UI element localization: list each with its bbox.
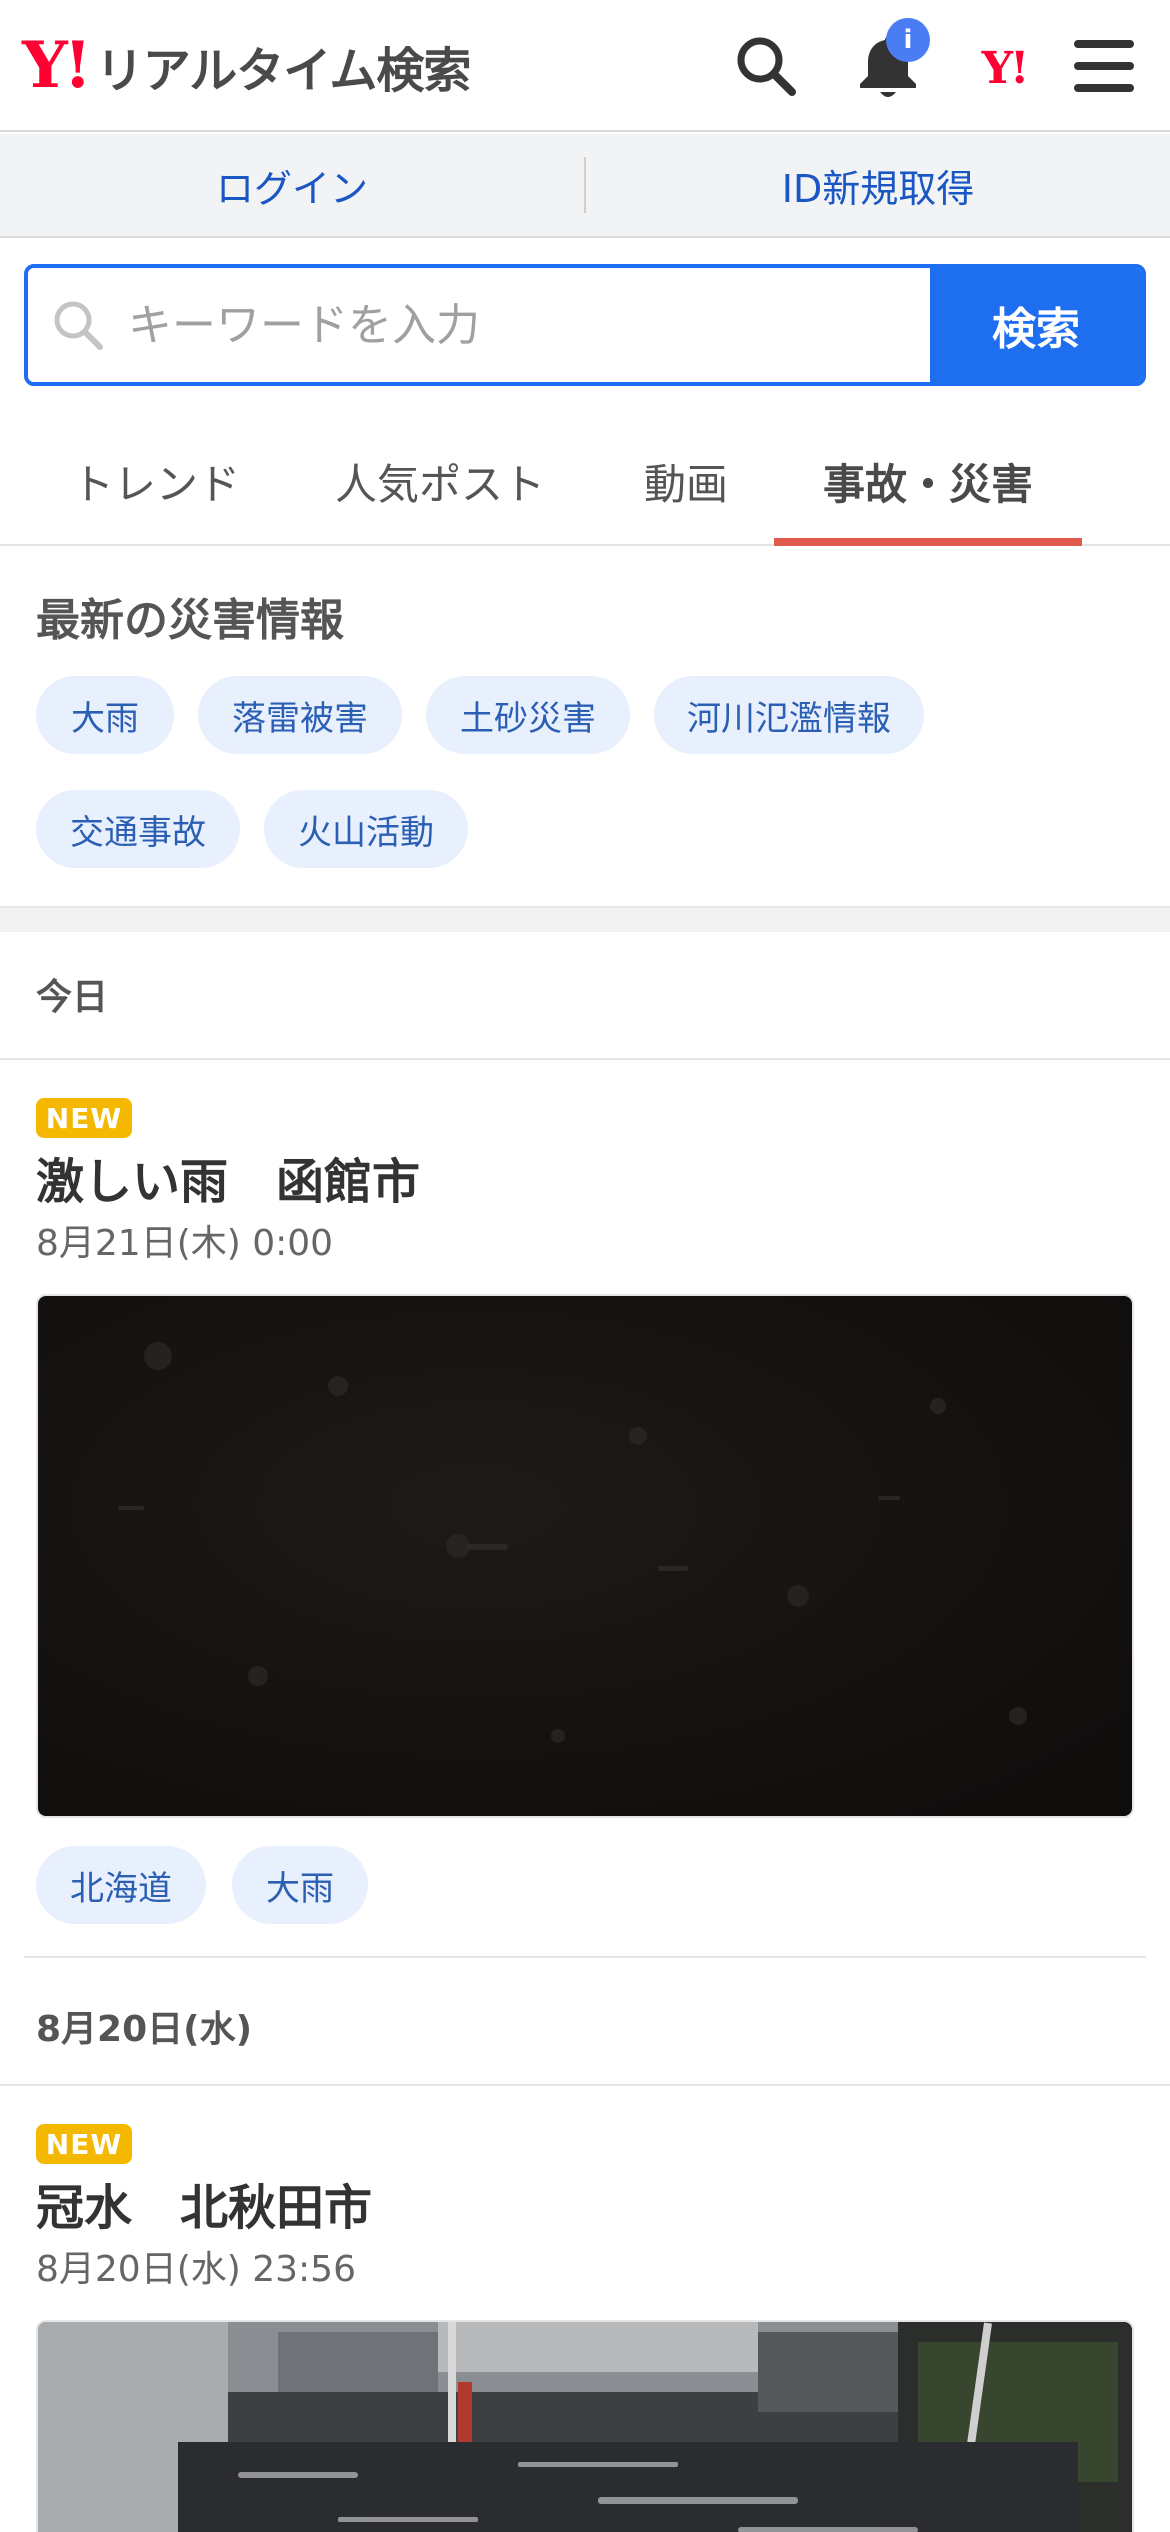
search-button[interactable] xyxy=(730,30,802,102)
new-badge: NEW xyxy=(36,2124,132,2164)
article-time: 8月20日(水) 23:56 xyxy=(36,2249,356,2290)
date-header-aug20: 8月20日(水) xyxy=(36,2009,253,2050)
search-form: 検索 xyxy=(24,264,1146,386)
search-field-icon-wrap xyxy=(28,268,128,382)
logo-text: リアルタイム検索 xyxy=(95,43,472,99)
article-title[interactable]: 激しい雨 函館市 xyxy=(36,1142,420,1212)
hamburger-menu-icon xyxy=(1074,40,1134,92)
tab-accidents-disasters[interactable]: 事故・災害 xyxy=(774,416,1082,546)
article-title[interactable]: 冠水 北秋田市 xyxy=(36,2168,372,2238)
new-badge: NEW xyxy=(36,1098,132,1138)
disaster-info-title: 最新の災害情報 xyxy=(36,595,344,646)
search-field[interactable] xyxy=(28,268,930,382)
article-video-thumbnail[interactable] xyxy=(36,1294,1134,1818)
login-bar: ログイン ID新規取得 xyxy=(0,134,1170,238)
register-link[interactable]: ID新規取得 xyxy=(586,158,1170,213)
login-link[interactable]: ログイン xyxy=(0,158,584,213)
tag-hokkaido[interactable]: 北海道 xyxy=(36,1846,206,1924)
chip-heavy-rain[interactable]: 大雨 xyxy=(36,676,174,754)
section-divider xyxy=(0,906,1170,932)
divider xyxy=(0,2084,1170,2086)
chip-lightning-damage[interactable]: 落雷被害 xyxy=(198,676,402,754)
app-header: Y! リアルタイム検索 i Y! xyxy=(0,0,1170,132)
divider xyxy=(0,1058,1170,1060)
category-tabs: トレンド 人気ポスト 動画 事故・災害 xyxy=(0,416,1170,546)
tab-video[interactable]: 動画 xyxy=(616,416,756,546)
yahoo-realtime-logo[interactable]: Y! リアルタイム検索 xyxy=(22,28,472,104)
chip-landslide[interactable]: 土砂災害 xyxy=(426,676,630,754)
search-icon xyxy=(54,301,103,350)
yahoo-logo-icon: Y! xyxy=(981,42,1030,94)
tab-popular-posts[interactable]: 人気ポスト xyxy=(310,416,570,546)
chip-traffic-accident[interactable]: 交通事故 xyxy=(36,790,240,868)
search-icon xyxy=(737,37,796,96)
search-submit-button[interactable]: 検索 xyxy=(930,268,1142,382)
date-header-today: 今日 xyxy=(36,977,109,1018)
tag-heavy-rain[interactable]: 大雨 xyxy=(232,1846,368,1924)
search-input[interactable] xyxy=(128,299,930,351)
yahoo-logo-mark: Y! xyxy=(22,28,92,103)
chip-volcano[interactable]: 火山活動 xyxy=(264,790,468,868)
divider xyxy=(24,1956,1146,1958)
flooded-street-image xyxy=(38,2322,1132,2532)
yahoo-home-link[interactable]: Y! xyxy=(968,32,1040,104)
article-video-thumbnail[interactable] xyxy=(36,2320,1134,2532)
notification-button[interactable]: i xyxy=(852,18,930,102)
notification-badge: i xyxy=(886,18,930,62)
article-time: 8月21日(木) 0:00 xyxy=(36,1223,334,1264)
tab-trend[interactable]: トレンド xyxy=(36,416,276,546)
chip-river-flood[interactable]: 河川氾濫情報 xyxy=(654,676,924,754)
menu-button[interactable] xyxy=(1068,30,1140,102)
night-rain-image xyxy=(38,1296,1132,1816)
